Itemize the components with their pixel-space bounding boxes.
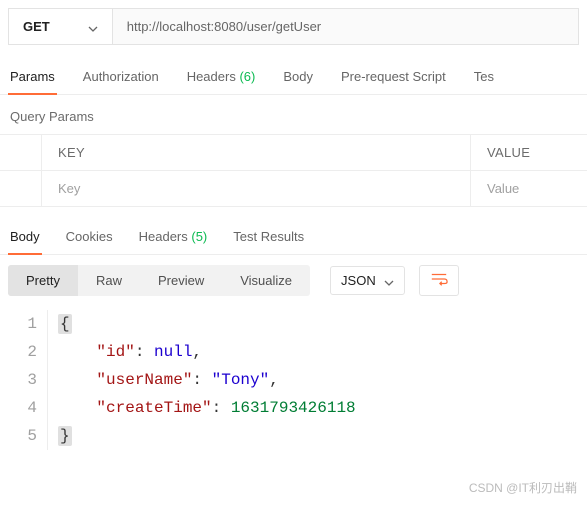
response-headers-count-badge: (5): [191, 229, 207, 244]
tab-response-body[interactable]: Body: [8, 223, 42, 254]
format-value: JSON: [341, 273, 376, 288]
json-key: "userName": [96, 371, 192, 389]
tab-authorization[interactable]: Authorization: [81, 63, 161, 94]
response-body-editor[interactable]: 12345 { "id": null, "userName": "Tony", …: [0, 306, 587, 450]
json-value: null: [154, 343, 192, 361]
view-raw-button[interactable]: Raw: [78, 265, 140, 296]
wrap-lines-icon: [430, 272, 448, 289]
request-bar: GET: [8, 8, 579, 45]
json-key: "createTime": [96, 399, 211, 417]
url-input[interactable]: [113, 9, 578, 44]
value-input[interactable]: Value: [471, 171, 587, 207]
json-value: "Tony": [212, 371, 270, 389]
tab-prerequest[interactable]: Pre-request Script: [339, 63, 448, 94]
response-headers-label: Headers: [139, 229, 188, 244]
headers-count-badge: (6): [239, 69, 255, 84]
method-value: GET: [23, 19, 50, 34]
tab-response-headers[interactable]: Headers (5): [137, 223, 210, 254]
key-header: KEY: [42, 135, 471, 171]
tab-headers-label: Headers: [187, 69, 236, 84]
tab-tests[interactable]: Tes: [472, 63, 496, 94]
chevron-down-icon: [88, 22, 98, 32]
tab-headers[interactable]: Headers (6): [185, 63, 258, 94]
tab-params[interactable]: Params: [8, 63, 57, 94]
table-header-row: KEY VALUE: [0, 135, 587, 171]
query-params-title: Query Params: [0, 95, 587, 134]
response-tabs: Body Cookies Headers (5) Test Results: [0, 207, 587, 255]
request-tabs: Params Authorization Headers (6) Body Pr…: [0, 63, 587, 95]
view-controls: Pretty Raw Preview Visualize JSON: [0, 255, 587, 306]
key-input[interactable]: Key: [42, 171, 471, 207]
view-preview-button[interactable]: Preview: [140, 265, 222, 296]
view-pretty-button[interactable]: Pretty: [8, 265, 78, 296]
open-brace: {: [58, 314, 72, 334]
row-checkbox[interactable]: [0, 171, 42, 207]
value-header: VALUE: [471, 135, 587, 171]
checkbox-header: [0, 135, 42, 171]
close-brace: }: [58, 426, 72, 446]
query-params-table: KEY VALUE Key Value: [0, 134, 587, 207]
view-visualize-button[interactable]: Visualize: [222, 265, 310, 296]
json-key: "id": [96, 343, 134, 361]
code-content[interactable]: { "id": null, "userName": "Tony", "creat…: [48, 310, 356, 450]
tab-test-results[interactable]: Test Results: [231, 223, 306, 254]
view-segment: Pretty Raw Preview Visualize: [8, 265, 310, 296]
table-row[interactable]: Key Value: [0, 171, 587, 207]
watermark: CSDN @IT利刃出鞘: [469, 479, 577, 496]
tab-body[interactable]: Body: [281, 63, 315, 94]
wrap-lines-button[interactable]: [419, 265, 459, 296]
line-gutter: 12345: [8, 310, 48, 450]
chevron-down-icon: [384, 276, 394, 286]
json-value: 1631793426118: [231, 399, 356, 417]
method-select[interactable]: GET: [9, 9, 113, 44]
tab-cookies[interactable]: Cookies: [64, 223, 115, 254]
format-select[interactable]: JSON: [330, 266, 405, 295]
